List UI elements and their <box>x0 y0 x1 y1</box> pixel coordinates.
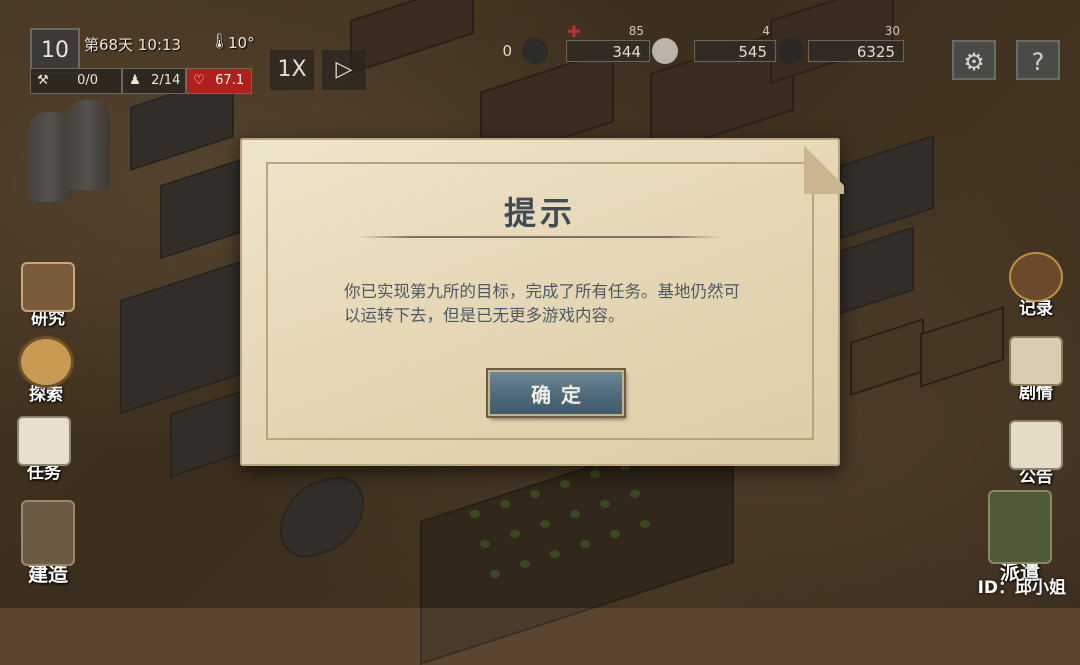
gear-icon: ⚙ <box>963 48 985 76</box>
resource-coal-value: 6325 <box>808 40 904 62</box>
dark-ore-icon <box>522 38 548 64</box>
watermark-label: ID：邱小姐 <box>977 578 1066 598</box>
notice-paper-icon <box>1009 420 1063 470</box>
help-icon: ? <box>1031 48 1045 76</box>
residents-value: 2/14 <box>151 73 181 88</box>
task-clipboard-icon <box>17 416 71 466</box>
help-button[interactable]: ? <box>1016 40 1060 80</box>
red-cross-icon: ✚ <box>567 22 581 41</box>
hint-dialog: 提示 你已实现第九所的目标，完成了所有任务。基地仍然可以运转下去，但是已无更多游… <box>240 136 844 466</box>
menu-notice[interactable]: 公告 <box>1000 420 1072 487</box>
resource-medicine-max: 85 <box>628 24 644 38</box>
day-time-label: 第68天 10:13 <box>84 36 182 54</box>
residents-counter[interactable]: ♟ 2/14 <box>122 68 186 94</box>
research-icon <box>21 262 75 312</box>
record-badge-icon <box>1009 252 1063 302</box>
confirm-button[interactable]: 确定 <box>488 370 624 416</box>
stone-icon <box>652 38 678 64</box>
menu-dispatch[interactable]: 派遣 <box>984 490 1056 585</box>
health-counter[interactable]: ♡ 67.1 <box>186 68 252 94</box>
menu-story[interactable]: 剧情 <box>1000 336 1072 403</box>
worker-icon: ⚒ <box>37 73 49 88</box>
speed-button[interactable]: 1X <box>270 50 314 90</box>
dialog-message: 你已实现第九所的目标，完成了所有任务。基地仍然可以运转下去，但是已无更多游戏内容… <box>344 282 740 325</box>
thermometer-icon: 🌡 <box>210 32 230 50</box>
play-icon: ▷ <box>335 57 353 82</box>
menu-research[interactable]: 研究 <box>12 262 84 329</box>
workers-value: 0/0 <box>77 73 99 88</box>
title-divider <box>358 236 722 238</box>
coal-icon <box>778 38 804 64</box>
menu-explore[interactable]: 探索 <box>10 336 82 405</box>
resource-stone-value: 545 <box>694 40 776 62</box>
dialog-corner-fold <box>804 136 844 194</box>
temperature-label: 10° <box>228 34 255 52</box>
resource-coal-max: 30 <box>884 24 900 38</box>
resource-medicine-value: 344 <box>566 40 650 62</box>
resource-dark-ore-value: 0 <box>502 42 512 60</box>
play-button[interactable]: ▷ <box>322 50 366 90</box>
compass-icon <box>18 336 74 388</box>
settings-button[interactable]: ⚙ <box>952 40 996 80</box>
heart-icon: ♡ <box>193 73 205 88</box>
story-book-icon <box>1009 336 1063 386</box>
menu-build[interactable]: 建造 <box>12 500 84 587</box>
hammer-icon <box>21 500 75 566</box>
resource-stone-max: 4 <box>762 24 770 38</box>
menu-record[interactable]: 记录 <box>1000 252 1072 319</box>
health-value: 67.1 <box>215 73 245 88</box>
workers-counter[interactable]: ⚒ 0/0 <box>30 68 122 94</box>
dialog-title: 提示 <box>503 194 576 232</box>
resident-icon: ♟ <box>129 73 141 88</box>
soldier-icon <box>988 490 1052 564</box>
menu-tasks[interactable]: 任务 <box>8 416 80 483</box>
